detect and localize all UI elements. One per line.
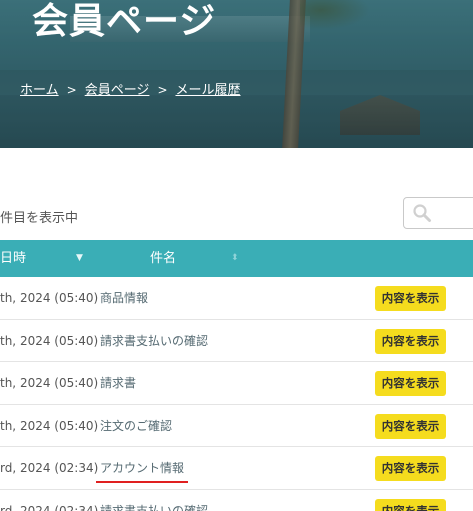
breadcrumb: ホーム > 会員ページ > メール履歴 [20,80,241,100]
view-content-button[interactable]: 内容を表示 [375,328,446,354]
table-header: 日時 ▼ 件名 ⬍ [0,240,473,277]
table-row: th, 2024 (05:40) 商品情報 内容を表示 [0,277,473,320]
view-content-button[interactable]: 内容を表示 [375,498,446,511]
cell-date: rd, 2024 (02:34) [0,461,99,475]
red-underline-annotation [96,481,188,483]
breadcrumb-separator: > [157,83,168,97]
cell-subject: 請求書 [100,376,137,390]
view-content-button[interactable]: 内容を表示 [375,456,446,481]
hero-banner: 会員ページ ホーム > 会員ページ > メール履歴 [0,0,473,148]
table-row: th, 2024 (05:40) 請求書 内容を表示 [0,362,473,405]
cell-date: th, 2024 (05:40) [0,376,99,390]
table-row: th, 2024 (05:40) 注文のご確認 内容を表示 [0,405,473,447]
breadcrumb-separator: > [66,83,77,97]
table-row: rd, 2024 (02:34) 請求書支払いの確認 内容を表示 [0,490,473,511]
cell-date: rd, 2024 (02:34) [0,503,99,511]
table-row: rd, 2024 (02:34) アカウント情報 内容を表示 [0,447,473,490]
cell-subject: 商品情報 [100,291,149,305]
breadcrumb-member-link[interactable]: 会員ページ [85,83,150,98]
cell-subject: 注文のご確認 [100,418,173,433]
sort-desc-icon[interactable]: ▼ [76,240,83,277]
cell-date: th, 2024 (05:40) [0,333,99,348]
cell-date: th, 2024 (05:40) [0,418,99,433]
sort-both-icon[interactable]: ⬍ [231,240,239,277]
cell-date: th, 2024 (05:40) [0,291,99,305]
view-content-button[interactable]: 内容を表示 [375,286,446,311]
search-icon [412,203,432,227]
cell-subject: 請求書支払いの確認 [100,503,209,511]
table-info-text: 件目を表示中 [0,211,79,226]
mail-history-table: 日時 ▼ 件名 ⬍ th, 2024 (05:40) 商品情報 内容を表示 th… [0,240,473,511]
search-input[interactable] [403,197,473,229]
cell-subject: 請求書支払いの確認 [100,333,209,348]
page-title: 会員ページ [32,1,217,42]
column-header-subject[interactable]: 件名 [150,240,190,277]
breadcrumb-mail-history-link[interactable]: メール履歴 [176,83,241,98]
view-content-button[interactable]: 内容を表示 [375,413,446,439]
table-row: th, 2024 (05:40) 請求書支払いの確認 内容を表示 [0,320,473,362]
breadcrumb-home-link[interactable]: ホーム [20,83,59,98]
view-content-button[interactable]: 内容を表示 [375,371,446,396]
